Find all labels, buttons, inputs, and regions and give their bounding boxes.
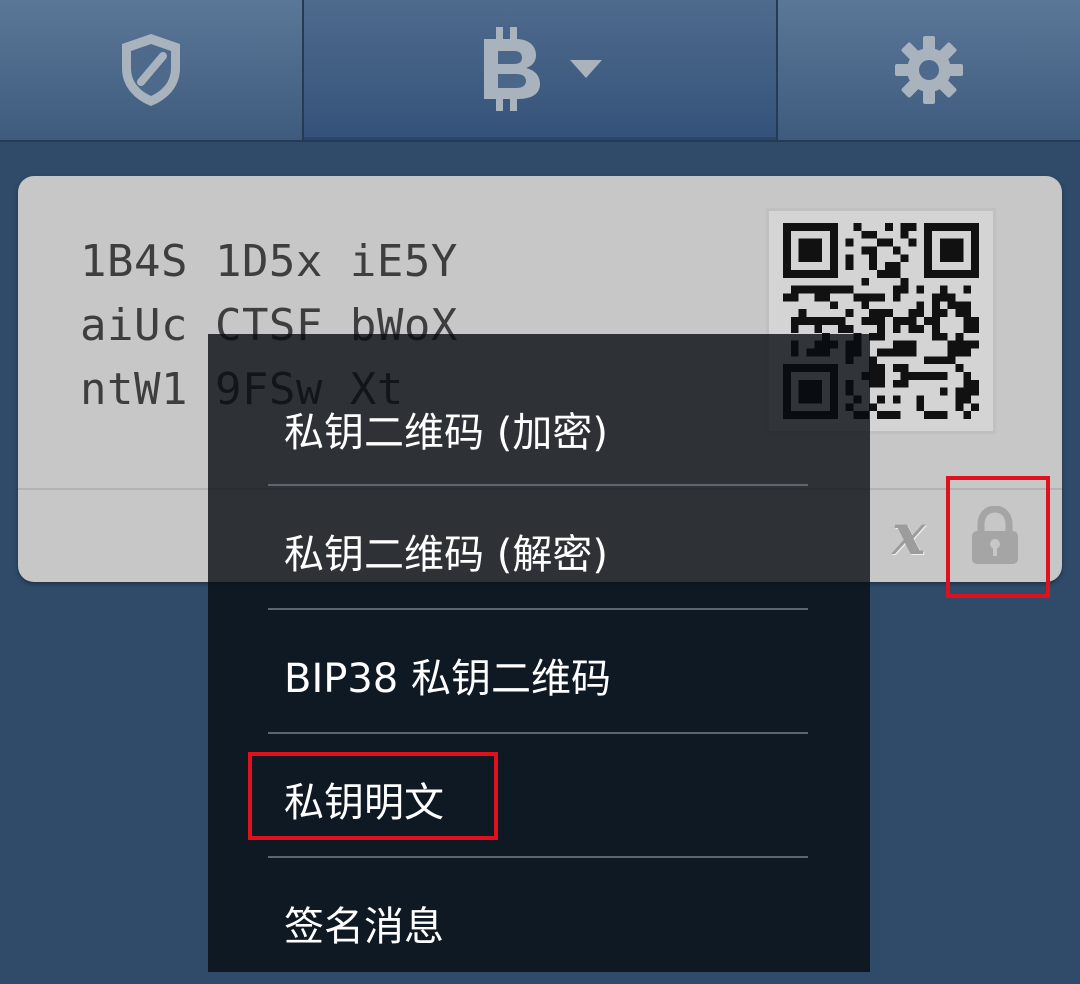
menu-item-private-key-qr-decrypted[interactable]: 私钥二维码 (解密) — [284, 490, 804, 612]
menu-divider — [268, 608, 808, 610]
shield-icon — [122, 34, 180, 106]
menu-divider — [268, 484, 808, 486]
menu-item-private-key-qr-encrypted[interactable]: 私钥二维码 (加密) — [284, 368, 804, 490]
menu-item-bip38-qr[interactable]: BIP38 私钥二维码 — [284, 614, 804, 736]
menu-item-sign-message[interactable]: 签名消息 — [284, 862, 804, 984]
tab-currency-dropdown[interactable] — [304, 0, 776, 140]
tab-settings[interactable] — [778, 0, 1080, 140]
tab-security[interactable] — [0, 0, 302, 140]
close-x-icon[interactable]: x — [892, 502, 925, 568]
lock-highlight-box — [946, 476, 1050, 598]
plaintext-highlight-box — [248, 752, 498, 840]
top-tab-bar — [0, 0, 1080, 142]
address-line: 1B4S 1D5x iE5Y — [80, 236, 458, 287]
chevron-down-icon — [570, 59, 602, 78]
gear-icon — [895, 36, 963, 104]
menu-divider — [268, 856, 808, 858]
key-context-menu: 私钥二维码 (加密) 私钥二维码 (解密) BIP38 私钥二维码 私钥明文 签… — [208, 334, 870, 972]
menu-divider — [268, 732, 808, 734]
bitcoin-icon — [484, 26, 540, 111]
